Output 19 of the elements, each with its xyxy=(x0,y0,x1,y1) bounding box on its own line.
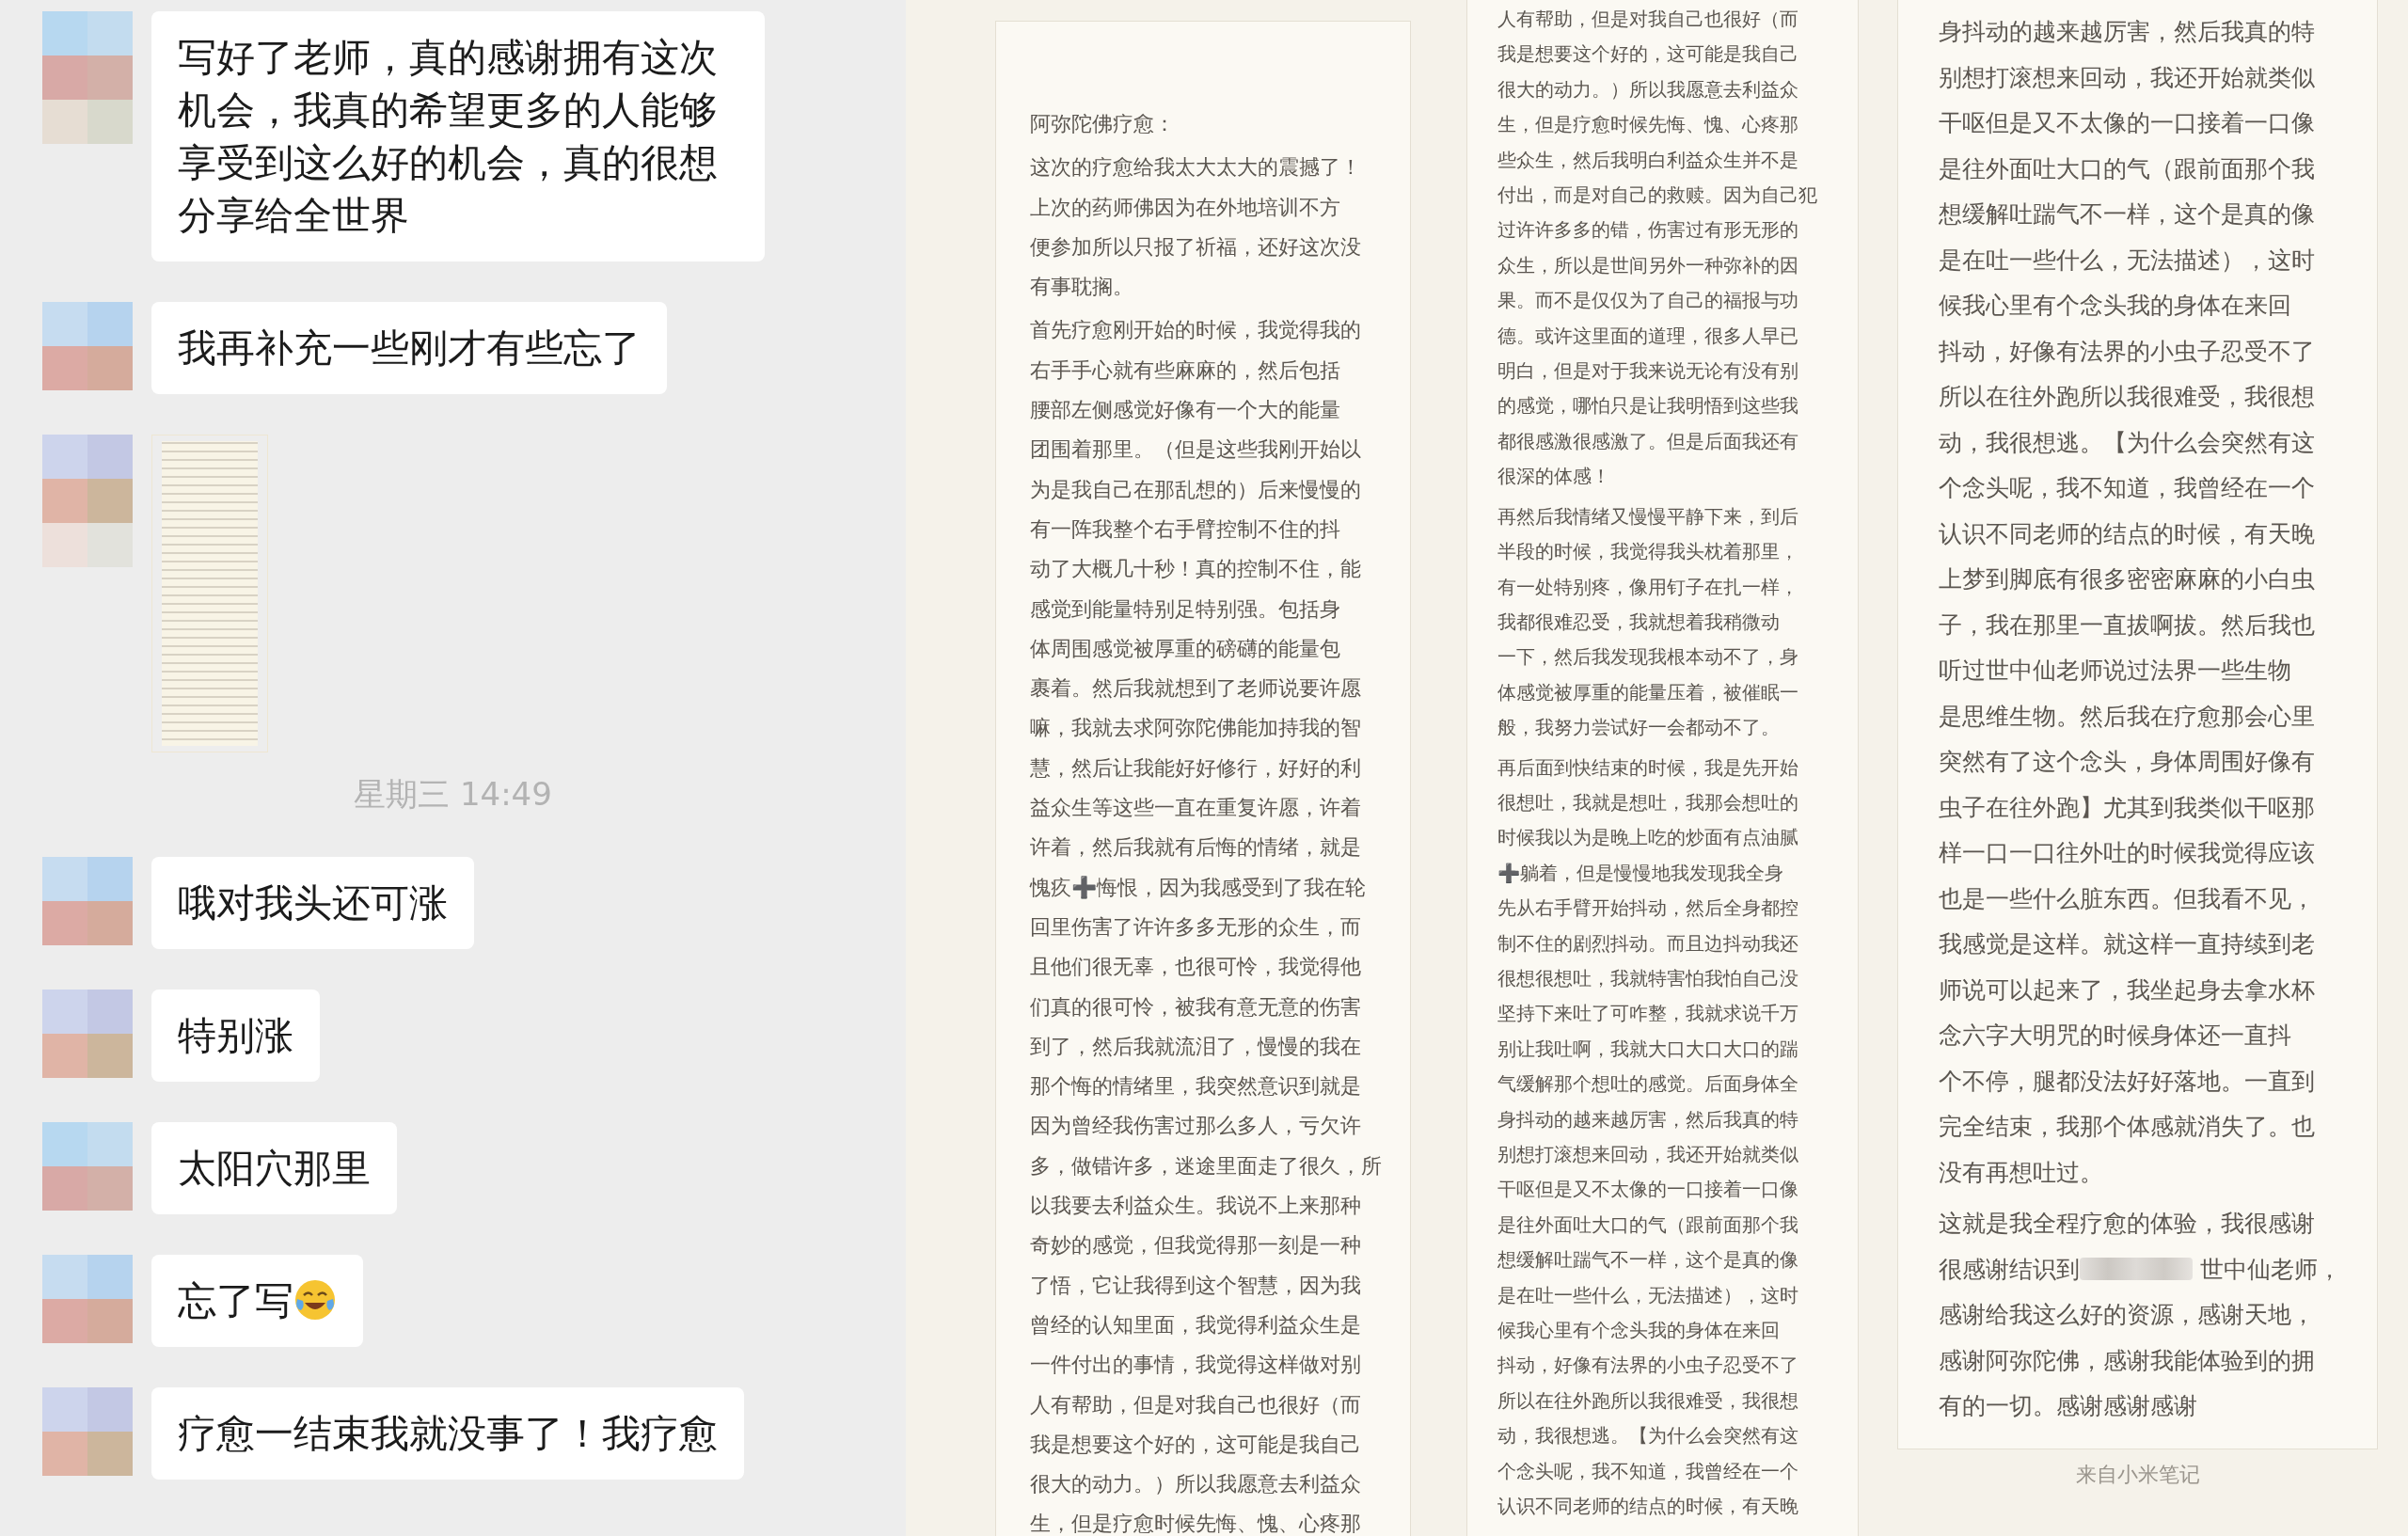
message-bubble: 我再补充一些刚才有些忘了 xyxy=(151,302,667,394)
note-paragraph: 这次的疗愈给我太大太大的震撼了！ 上次的药师佛因为在外地培训不方 便参加所以只报了祈福，还好这次没 有事耽搁。 xyxy=(1030,154,1361,301)
message-bubble: 忘了写 xyxy=(151,1255,363,1347)
message-bubble: 写好了老师，真的感谢拥有这次机会，我真的希望更多的人能够享受到这么好的机会，真的很想分享给全世界 xyxy=(151,11,765,261)
note-paragraph: 首先疗愈刚开始的时候，我觉得我的 右手手心就有些麻麻的，然后包括 腰部左侧感觉好像有一个大的能量 团围着那里。（但是这些我刚开始以 为是我自己在那乱想的）后来慢慢的 有一阵我整个右手臂控制不住的抖 动了大概几十秒！真的控制不住，能 感觉到能量特别足特别强。包括身 体周围感觉被厚重的磅礴的能量包 裹着。然后我就想到了老师说要许愿 嘛，我就去求阿弥陀佛能加持我的智 慧，然后让我能好好修行，好好的利 益众生等这些一直在重复许愿，许着 许着，然后我就有后悔的情绪，就是 愧疚➕悔恨，因为我感受到了我在轮 回里伤害了许许多多无形的众生，而 且他们很无辜，也很可怜，我觉得他 们真的很可怜，被我有意无意的伤害 到了，然后我就流泪了，慢慢的我在 那个悔的情绪里，我突然意识到就是 因为曾经我伤害过那么多人，亏欠许 多，做错许多，迷途里面走了很久，所 以我要去利益众生。我说不上来那种 奇妙的感觉，但我觉得那一刻是一种 了悟，它让我得到这个智慧，因为我 曾经的认知里面，我觉得利益众生是 一件付出的事情，我觉得这样做对别 人有帮助，但是对我自己也很好（而 我是想要这个好的，这可能是我自己 很大的动力。）所以我愿意去利益众 生，但是疗愈时候先悔、愧、心疼那 xyxy=(1030,317,1382,1536)
note-source-label: 来自小米笔记 xyxy=(2075,1462,2200,1486)
message-bubble: 哦对我头还可涨 xyxy=(151,857,474,949)
message-bubble: 特别涨 xyxy=(151,990,320,1082)
note-paragraph: 身抖动的越来越厉害，然后我真的特 别想打滚想来回动，我还开始就类似 干呕但是又不太像的一口接着一口像 是往外面吐大口的气（跟前面那个我 想缓解吐踹气不一样，这个是真的像 是在吐一些什么，无法描述），这时 候我心里有个念头我的身体在来回 抖动，好像有法界的小虫子忍受不了 所以在往外跑所以我很难受，我很想 动，我很想逃。【为什么会突然有这 个念头呢，我不知道，我曾经在一个 认识不同老师的结点的时候，有天晚 上梦到脚底有很多密密麻麻的小白虫 子，我在那里一直拔啊拔。然后我也 听过世中仙老师说过法界一些生物 是思维生物。然后我在疗愈那会心里 突然有了这个念头，身体周围好像有 虫子在往外跑】尤其到我类似干呕那 样一口一口往外吐的时候我觉得应该 也是一些什么脏东西。但我看不见， 我感觉是这样。就这样一直持续到老 师说可以起来了，我坐起身去拿水杯 念六字大明咒的时候身体还一直抖 个不停，腿都没法好好落地。一直到 完全结束，我那个体感就消失了。也 没有再想吐过。 xyxy=(1939,17,2315,1188)
laughing-emoji-icon xyxy=(293,1278,337,1322)
note-thumbnail[interactable] xyxy=(151,435,268,752)
note-title: 阿弥陀佛疗愈： xyxy=(1030,111,1175,137)
note-paragraph: 这就是我全程疗愈的体验，我很感谢 很感谢结识到 世中仙老师， 感谢给我这么好的资源，感谢天地， 感谢阿弥陀佛，感谢我能体验到的拥 有的一切。感谢感谢感谢 xyxy=(1939,1209,2341,1421)
message-bubble: 疗愈一结束我就没事了！我疗愈 xyxy=(151,1387,744,1480)
note-paragraph: 再后面到快结束的时候，我是先开始 很想吐，我就是想吐，我那会想吐的 时候我以为是晚上吃的炒面有点油腻 ➕躺着，但是慢慢地我发现我全身 先从右手臂开始抖动，然后全身都控 制不住的剧烈抖动。而且边抖动我还 很想很想吐，我就特害怕我怕自己没 坚持下来吐了可咋整，我就求说千万 别让我吐啊，我就大口大口大口的踹 气缓解那个想吐的感觉。后面身体全 身抖动的越来越厉害，然后我真的特 别想打滚想来回动，我还开始就类似 干呕但是又不太像的一口接着一口像 是往外面吐大口的气（跟前面那个我 想缓解吐踹气不一样，这个是真的像 是在吐一些什么，无法描述），这时 候我心里有个念头我的身体在来回 抖动，好像有法界的小虫子忍受不了 所以在往外跑所以我很难受，我很想 动，我很想逃。【为什么会突然有这 个念头呢，我不知道，我曾经在一个 认识不同老师的结点的时候，有天晚 xyxy=(1497,755,1798,1520)
message-bubble: 太阳穴那里 xyxy=(151,1122,397,1214)
note-paragraph: 再然后我情绪又慢慢平静下来，到后 半段的时候，我觉得我头枕着那里， 有一处特别疼，像用钉子在扎一样， 我都很难忍受，我就想着我稍微动 一下，然后我发现我根本动不了，身 体感觉被厚重的能量压着，被催眠一 般，我努力尝试好一会都动不了。 xyxy=(1497,504,1798,741)
note-paragraph: 人有帮助，但是对我自己也很好（而 我是想要这个好的，这可能是我自己 很大的动力。）所以我愿意去利益众 生，但是疗愈时候先悔、愧、心疼那 些众生，然后我明白利益众生并不是 付出，而是对自己的救赎。因为自己犯 过许许多多的错，伤害过有形无形的 众生，所以是世间另外一种弥补的因 果。而不是仅仅为了自己的福报与功 德。或许这里面的道理，很多人早已 明白，但是对于我来说无论有没有别 的感觉，哪怕只是让我明悟到这些我 都很感激很感激了。但是后面我还有 很深的体感！ xyxy=(1497,8,1817,490)
timestamp: 星期三 14:49 xyxy=(354,775,552,813)
